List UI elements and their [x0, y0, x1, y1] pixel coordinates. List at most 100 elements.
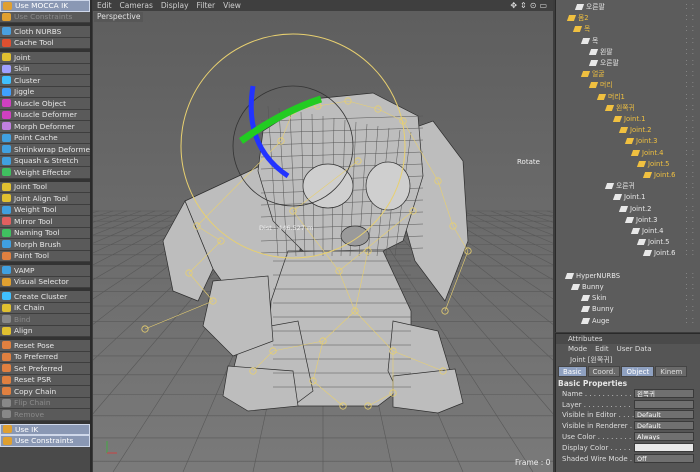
object-row[interactable]: Joint.2 ⁚ ⁚ — [556, 125, 700, 135]
tool-reset-psr[interactable]: Reset PSR — [0, 374, 90, 386]
visibility-dots-icon[interactable]: ⁚ ⁚ — [685, 81, 695, 89]
maximize-view-icon[interactable]: ▭ — [539, 1, 547, 10]
object-row[interactable]: Joint.3 ⁚ ⁚ — [556, 136, 700, 146]
visibility-dots-icon[interactable]: ⁚ ⁚ — [685, 205, 695, 213]
visibility-dots-icon[interactable]: ⁚ ⁚ — [685, 126, 695, 134]
object-row[interactable]: 머리1 ⁚ ⁚ — [556, 92, 700, 102]
visibility-dots-icon[interactable]: ⁚ ⁚ — [685, 37, 695, 45]
tool-paint-tool[interactable]: Paint Tool — [0, 250, 90, 262]
object-row[interactable]: 머리 ⁚ ⁚ — [556, 80, 700, 90]
object-row[interactable]: 목 ⁚ ⁚ — [556, 24, 700, 34]
object-row[interactable]: 목 ⁚ ⁚ — [556, 36, 700, 46]
visibility-dots-icon[interactable]: ⁚ ⁚ — [685, 59, 695, 67]
object-row[interactable]: Skin ⁚ ⁚ — [556, 293, 700, 303]
property-value-field[interactable]: Off — [634, 453, 694, 463]
tool-reset-pose[interactable]: Reset Pose — [0, 340, 90, 352]
tool-use-mocca-ik[interactable]: Use MOCCA IK — [0, 0, 90, 12]
tool-jiggle[interactable]: Jiggle — [0, 86, 90, 98]
object-row[interactable]: 왼팔 ⁚ ⁚ — [556, 47, 700, 57]
visibility-dots-icon[interactable]: ⁚ ⁚ — [685, 171, 695, 179]
viewport-menu-filter[interactable]: Filter — [197, 1, 216, 10]
viewport-menu-view[interactable]: View — [223, 1, 241, 10]
visibility-dots-icon[interactable]: ⁚ ⁚ — [685, 149, 695, 157]
object-row[interactable]: Bunny ⁚ ⁚ — [556, 282, 700, 292]
visibility-dots-icon[interactable]: ⁚ ⁚ — [685, 294, 695, 302]
visibility-dots-icon[interactable]: ⁚ ⁚ — [685, 25, 695, 33]
tool-flip-chain[interactable]: Flip Chain — [0, 397, 90, 409]
tool-visual-selector[interactable]: Visual Selector — [0, 276, 90, 288]
visibility-dots-icon[interactable]: ⁚ ⁚ — [685, 227, 695, 235]
property-value-field[interactable] — [634, 442, 694, 452]
visibility-dots-icon[interactable]: ⁚ ⁚ — [685, 93, 695, 101]
object-row[interactable]: 오른팔 ⁚ ⁚ — [556, 58, 700, 68]
object-row[interactable]: Joint.1 ⁚ ⁚ — [556, 114, 700, 124]
visibility-dots-icon[interactable]: ⁚ ⁚ — [685, 283, 695, 291]
tool-squash-stretch[interactable]: Squash & Stretch — [0, 155, 90, 167]
viewport-menu-display[interactable]: Display — [161, 1, 189, 10]
visibility-dots-icon[interactable]: ⁚ ⁚ — [685, 3, 695, 11]
tool-to-preferred[interactable]: To Preferred — [0, 351, 90, 363]
object-row[interactable]: Joint.4 ⁚ ⁚ — [556, 226, 700, 236]
visibility-dots-icon[interactable]: ⁚ ⁚ — [685, 160, 695, 168]
visibility-dots-icon[interactable]: ⁚ ⁚ — [685, 70, 695, 78]
property-value-field[interactable]: Always — [634, 431, 694, 441]
visibility-dots-icon[interactable]: ⁚ ⁚ — [685, 14, 695, 22]
object-row[interactable]: Joint.1 ⁚ ⁚ — [556, 192, 700, 202]
visibility-dots-icon[interactable]: ⁚ ⁚ — [685, 115, 695, 123]
move-view-icon[interactable]: ✥ — [510, 1, 517, 10]
object-row[interactable]: Bunny ⁚ ⁚ — [556, 304, 700, 314]
visibility-dots-icon[interactable]: ⁚ ⁚ — [685, 305, 695, 313]
object-row[interactable]: 얼굴 ⁚ ⁚ — [556, 69, 700, 79]
tool-copy-chain[interactable]: Copy Chain — [0, 386, 90, 398]
tab-object[interactable]: Object — [621, 366, 655, 377]
tool-create-cluster[interactable]: Create Cluster — [0, 291, 90, 303]
attributes-menu-user-data[interactable]: User Data — [617, 345, 652, 353]
attributes-menu-mode[interactable]: Mode — [568, 345, 587, 353]
perspective-viewport[interactable]: Edit Cameras Display Filter View ✥ ⇕ ⊙ ▭ Perspe… — [93, 0, 553, 472]
tool-use-constraints[interactable]: Use Constraints — [0, 435, 90, 447]
object-row[interactable]: Joint.5 ⁚ ⁚ — [556, 159, 700, 169]
tool-morph-deformer[interactable]: Morph Deformer — [0, 121, 90, 133]
visibility-dots-icon[interactable]: ⁚ ⁚ — [685, 193, 695, 201]
visibility-dots-icon[interactable]: ⁚ ⁚ — [685, 182, 695, 190]
property-value-field[interactable]: Default — [634, 421, 694, 431]
tool-skin[interactable]: Skin — [0, 63, 90, 75]
tool-ik-chain[interactable]: IK Chain — [0, 302, 90, 314]
tool-muscle-object[interactable]: Muscle Object — [0, 98, 90, 110]
property-value-field[interactable]: 왼쪽귀 — [634, 388, 694, 398]
tool-mirror-tool[interactable]: Mirror Tool — [0, 216, 90, 228]
viewport-menu-cameras[interactable]: Cameras — [120, 1, 153, 10]
object-row[interactable]: 오른팔 ⁚ ⁚ — [556, 2, 700, 12]
visibility-dots-icon[interactable]: ⁚ ⁚ — [685, 48, 695, 56]
tool-point-cache[interactable]: Point Cache — [0, 132, 90, 144]
object-row[interactable]: HyperNURBS ⁚ ⁚ — [556, 271, 700, 281]
tool-set-preferred[interactable]: Set Preferred — [0, 363, 90, 375]
visibility-dots-icon[interactable]: ⁚ ⁚ — [685, 272, 695, 280]
visibility-dots-icon[interactable]: ⁚ ⁚ — [685, 137, 695, 145]
object-row[interactable]: Joint.4 ⁚ ⁚ — [556, 148, 700, 158]
property-value-field[interactable] — [634, 399, 694, 409]
tool-use-ik[interactable]: Use IK — [0, 423, 90, 435]
object-row[interactable]: Auge ⁚ ⁚ — [556, 316, 700, 326]
object-row[interactable]: Joint.3 ⁚ ⁚ — [556, 215, 700, 225]
tool-naming-tool[interactable]: Naming Tool — [0, 227, 90, 239]
object-row[interactable]: Joint.6 ⁚ ⁚ — [556, 248, 700, 258]
tool-muscle-deformer[interactable]: Muscle Deformer — [0, 109, 90, 121]
tool-shrinkwrap-deformer[interactable]: Shrinkwrap Deformer — [0, 144, 90, 156]
tool-joint-tool[interactable]: Joint Tool — [0, 181, 90, 193]
object-row[interactable]: 왼쪽귀 ⁚ ⁚ — [556, 103, 700, 113]
tool-bind[interactable]: Bind — [0, 314, 90, 326]
viewport-menu-edit[interactable]: Edit — [97, 1, 112, 10]
tab-kinem[interactable]: Kinem — [655, 366, 688, 377]
tool-joint-align-tool[interactable]: Joint Align Tool — [0, 193, 90, 205]
tab-coord[interactable]: Coord. — [587, 366, 621, 377]
tool-remove[interactable]: Remove — [0, 409, 90, 421]
visibility-dots-icon[interactable]: ⁚ ⁚ — [685, 104, 695, 112]
visibility-dots-icon[interactable]: ⁚ ⁚ — [685, 317, 695, 325]
tool-cluster[interactable]: Cluster — [0, 75, 90, 87]
property-value-field[interactable]: Default — [634, 410, 694, 420]
rotate-view-icon[interactable]: ⊙ — [530, 1, 537, 10]
tool-weight-effector[interactable]: Weight Effector — [0, 167, 90, 179]
tool-joint[interactable]: Joint — [0, 52, 90, 64]
object-row[interactable]: Joint.6 ⁚ ⁚ — [556, 170, 700, 180]
